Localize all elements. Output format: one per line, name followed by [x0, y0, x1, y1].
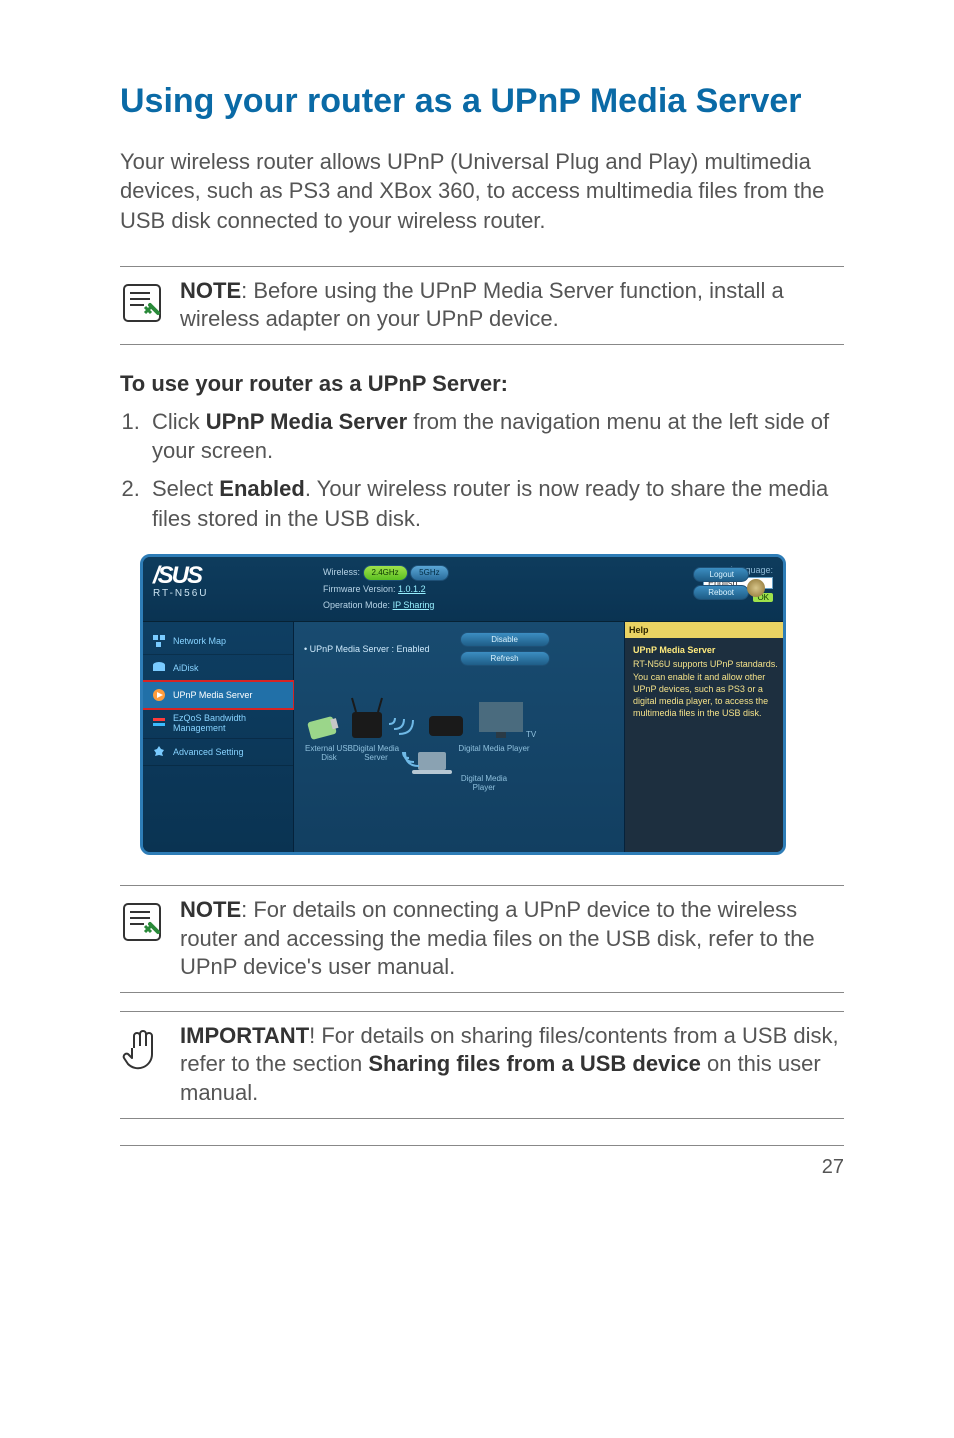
important-bold2: Sharing files from a USB device — [368, 1051, 701, 1076]
sidebar-item-label: UPnP Media Server — [173, 690, 252, 700]
label-tv: TV — [526, 730, 536, 739]
advanced-icon — [151, 744, 167, 760]
sidebar: Network Map AiDisk UPnP Media Server — [143, 622, 294, 852]
router-screenshot: /SUS RT-N56U Wireless: 2.4GHz 5GHz Firmw… — [140, 554, 844, 856]
sidebar-item-ezqos[interactable]: EzQoS Bandwidth Management — [143, 708, 293, 739]
note-icon — [120, 281, 164, 325]
note-box-2: NOTE: For details on connecting a UPnP d… — [120, 885, 844, 993]
steps-list: Click UPnP Media Server from the navigat… — [120, 407, 844, 534]
hand-icon — [120, 1026, 164, 1078]
fw-label: Firmware Version: — [323, 584, 396, 594]
important-box: IMPORTANT! For details on sharing files/… — [120, 1011, 844, 1119]
main-panel: • UPnP Media Server : Enabled Disable Re… — [294, 622, 624, 852]
sidebar-item-label: Network Map — [173, 636, 226, 646]
important-bold: IMPORTANT — [180, 1023, 309, 1048]
op-label: Operation Mode: — [323, 600, 390, 610]
help-panel: Help UPnP Media Server RT-N56U supports … — [624, 622, 786, 852]
fw-link[interactable]: 1.0.1.2 — [398, 584, 426, 594]
step-2: Select Enabled. Your wireless router is … — [146, 474, 844, 533]
note2-bold: NOTE — [180, 897, 241, 922]
sidebar-item-label: AiDisk — [173, 663, 199, 673]
wireless-label: Wireless: — [323, 567, 360, 577]
brand-logo: /SUS — [153, 565, 323, 587]
network-map-icon — [151, 633, 167, 649]
step2-pre: Select — [152, 476, 219, 501]
sidebar-item-upnp[interactable]: UPnP Media Server — [141, 680, 295, 710]
procedure-heading: To use your router as a UPnP Server: — [120, 371, 844, 397]
help-title: Help — [625, 622, 786, 638]
router-header: /SUS RT-N56U Wireless: 2.4GHz 5GHz Firmw… — [143, 557, 783, 623]
help-body: RT-N56U supports UPnP standards. You can… — [633, 659, 778, 718]
step1-bold: UPnP Media Server — [206, 409, 407, 434]
step2-bold: Enabled — [219, 476, 305, 501]
help-subtitle: UPnP Media Server — [633, 644, 783, 656]
ezqos-icon — [151, 715, 167, 731]
note1-bold: NOTE — [180, 278, 241, 303]
aidisk-icon — [151, 660, 167, 676]
sidebar-item-label: EzQoS Bandwidth Management — [173, 713, 285, 733]
brand-model: RT-N56U — [153, 588, 323, 599]
sidebar-item-aidisk[interactable]: AiDisk — [143, 655, 293, 682]
refresh-button[interactable]: Refresh — [460, 651, 550, 666]
disable-button[interactable]: Disable — [460, 632, 550, 647]
sidebar-item-advanced[interactable]: Advanced Setting — [143, 739, 293, 766]
page-number: 27 — [120, 1156, 844, 1179]
sidebar-item-label: Advanced Setting — [173, 747, 244, 757]
band-5ghz-button[interactable]: 5GHz — [410, 565, 448, 582]
label-dmp: Digital Media Player — [454, 744, 534, 753]
page-title: Using your router as a UPnP Media Server — [120, 80, 844, 123]
label-dmp2: Digital Media Player — [454, 774, 514, 792]
note1-text: : Before using the UPnP Media Server fun… — [180, 278, 784, 332]
label-ext-usb: External USB Disk — [304, 744, 354, 762]
label-dms: Digital Media Server — [352, 744, 400, 762]
note2-text: : For details on connecting a UPnP devic… — [180, 897, 815, 979]
note-box-1: NOTE: Before using the UPnP Media Server… — [120, 266, 844, 345]
note-icon — [120, 900, 164, 944]
step-1: Click UPnP Media Server from the navigat… — [146, 407, 844, 466]
footer-rule — [120, 1145, 844, 1146]
sidebar-item-network-map[interactable]: Network Map — [143, 628, 293, 655]
intro-paragraph: Your wireless router allows UPnP (Univer… — [120, 147, 844, 236]
upnp-icon — [151, 687, 167, 703]
band-24ghz-button[interactable]: 2.4GHz — [363, 565, 408, 582]
status-text: UPnP Media Server : Enabled — [310, 644, 430, 654]
globe-icon — [747, 579, 765, 597]
reboot-button[interactable]: Reboot — [693, 585, 749, 600]
op-link[interactable]: IP Sharing — [393, 600, 435, 610]
logout-button[interactable]: Logout — [693, 567, 749, 582]
step1-pre: Click — [152, 409, 206, 434]
